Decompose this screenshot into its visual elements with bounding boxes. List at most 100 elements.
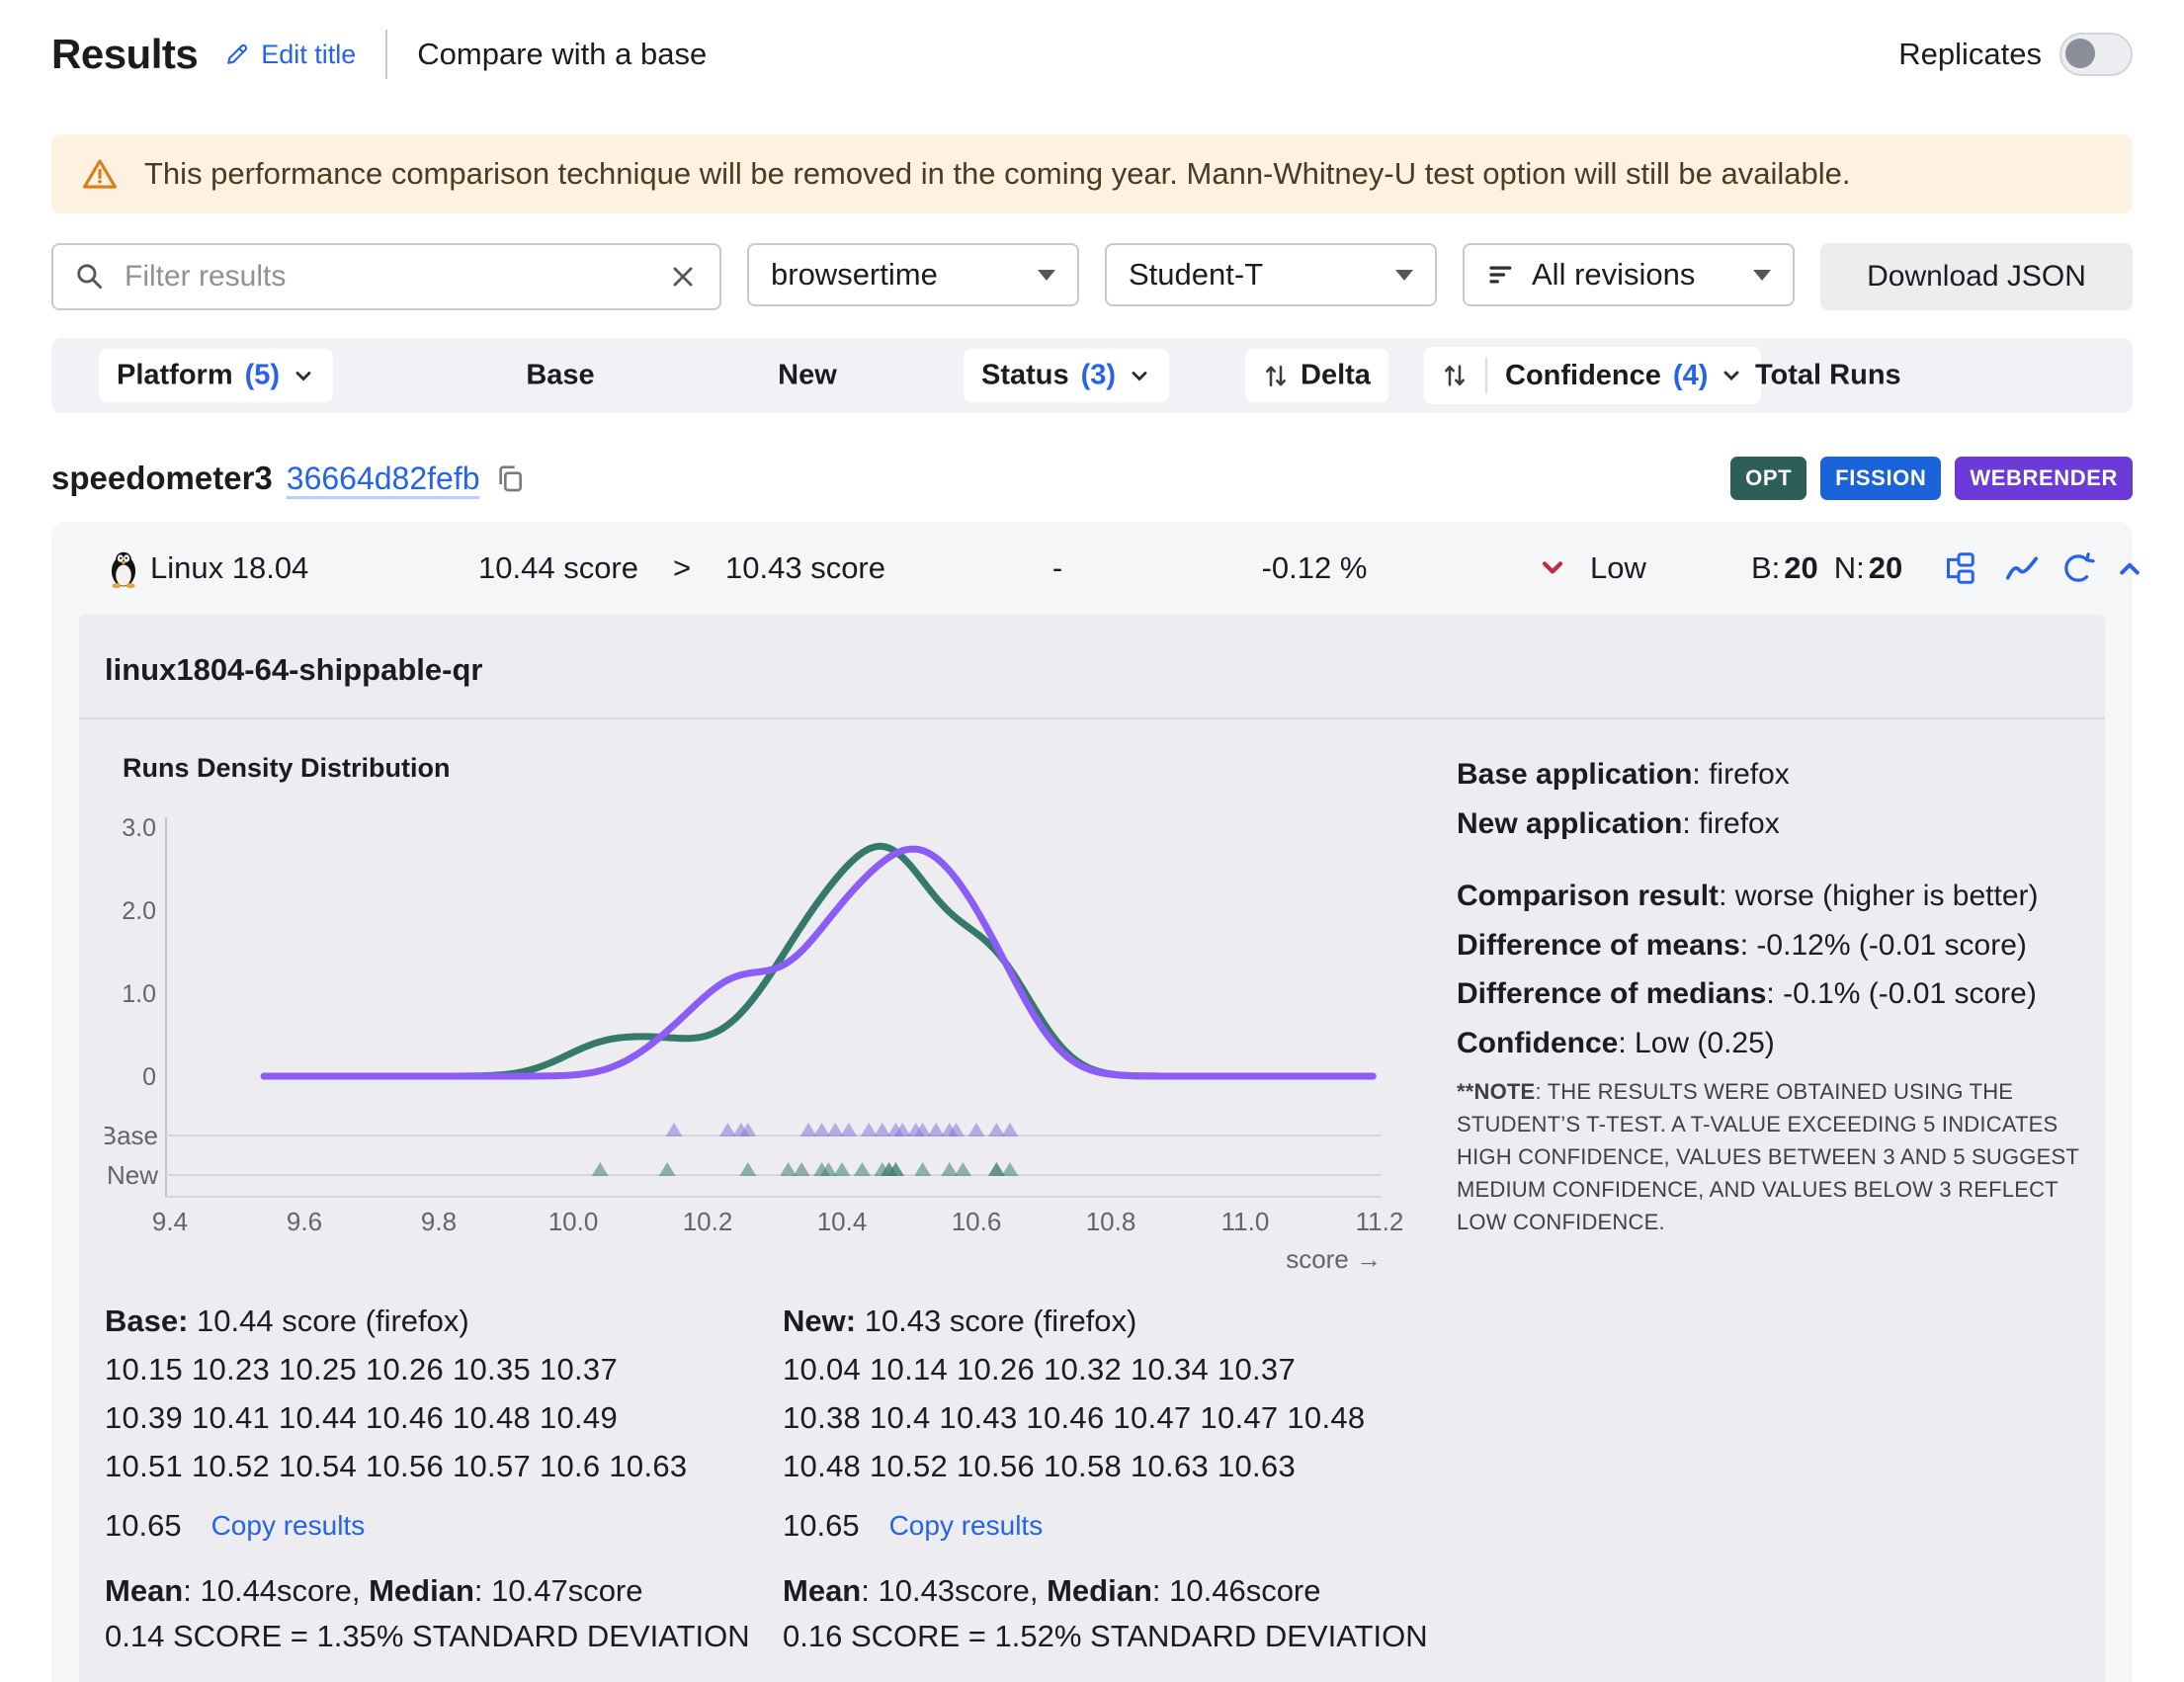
base-stats-label: Base:	[105, 1304, 188, 1338]
svg-text:10.4: 10.4	[817, 1207, 868, 1236]
new-column-label: New	[778, 360, 837, 392]
base-value: 10.44 score	[478, 550, 638, 586]
page-header: Results Edit title Compare with a base R…	[0, 0, 2184, 79]
tag-opt: OPT	[1730, 457, 1806, 500]
density-chart-svg: 01.02.03.0BaseNew9.49.69.810.010.210.410…	[105, 796, 1439, 1274]
page-title: Results	[51, 31, 198, 78]
graph-button[interactable]	[2004, 552, 2040, 584]
confidence-sort-chip[interactable]: Confidence (4)	[1424, 347, 1761, 404]
chart-column: Runs Density Distribution 01.02.03.0Base…	[105, 753, 1449, 1274]
filter-lines-icon	[1486, 260, 1516, 290]
new-runs-label: N:	[1834, 550, 1865, 586]
chevron-down-icon	[292, 364, 315, 387]
status-value: -	[1052, 550, 1062, 586]
new-mean-median: Mean: 10.43score, Median: 10.46score	[783, 1573, 1461, 1609]
collapse-row-button[interactable]	[2115, 555, 2144, 581]
sort-arrows-icon	[1442, 361, 1468, 390]
line-graph-icon	[2004, 552, 2040, 584]
toggle-knob	[2065, 39, 2095, 68]
svg-text:9.8: 9.8	[421, 1207, 457, 1236]
new-values-line: 10.48 10.52 10.56 10.58 10.63 10.63	[783, 1449, 1461, 1484]
download-json-label: Download JSON	[1867, 260, 2086, 294]
framework-select[interactable]: browsertime	[747, 243, 1079, 306]
chevron-up-icon	[2115, 555, 2144, 581]
base-values-line: 10.15 10.23 10.25 10.26 10.35 10.37	[105, 1352, 783, 1388]
search-icon	[75, 262, 105, 292]
edit-title-button[interactable]: Edit title	[223, 40, 356, 70]
comparison-mode-label: Compare with a base	[417, 37, 707, 72]
comparison-result-value: : worse (higher is better)	[1719, 880, 2038, 912]
median-value: : 10.47score	[474, 1573, 643, 1608]
svg-text:Base: Base	[105, 1121, 158, 1150]
base-stats-column: Base: 10.44 score (firefox) 10.15 10.23 …	[105, 1304, 783, 1654]
base-app-label: Base application	[1457, 758, 1692, 791]
svg-text:New: New	[107, 1160, 158, 1190]
new-values-line: 10.04 10.14 10.26 10.32 10.34 10.37	[783, 1352, 1461, 1388]
stat-test-value: Student-T	[1129, 257, 1263, 293]
tag-fission: FISSION	[1820, 457, 1941, 500]
base-copy-results-link[interactable]: Copy results	[211, 1510, 366, 1542]
warning-icon	[81, 156, 119, 192]
svg-text:0: 0	[142, 1063, 156, 1091]
results-table-header: Platform (5) Base New Status (3) Delta C…	[51, 338, 2133, 413]
median-value: : 10.46score	[1152, 1573, 1321, 1608]
note-text: : THE RESULTS WERE OBTAINED USING THE ST…	[1457, 1079, 2079, 1234]
new-runs-count: 20	[1869, 550, 1902, 586]
base-values-line: 10.39 10.41 10.44 10.46 10.48 10.49	[105, 1400, 783, 1436]
new-values-last: 10.65	[783, 1508, 860, 1544]
replicates-toggle[interactable]	[2059, 33, 2133, 76]
chevron-down-icon	[1395, 270, 1413, 281]
comparison-sign: >	[673, 550, 691, 586]
platform-filter-chip[interactable]: Platform (5)	[99, 349, 333, 403]
mean-value: : 10.44score,	[183, 1573, 369, 1608]
diff-medians-label: Difference of medians	[1457, 977, 1766, 1010]
confidence-column-label: Confidence	[1505, 360, 1661, 392]
ttest-note: **NOTE: THE RESULTS WERE OBTAINED USING …	[1457, 1075, 2079, 1238]
platform-column-label: Platform	[117, 360, 233, 392]
status-filter-chip[interactable]: Status (3)	[964, 349, 1169, 403]
svg-text:10.8: 10.8	[1086, 1207, 1136, 1236]
median-label: Median	[1047, 1573, 1152, 1608]
median-label: Median	[369, 1573, 474, 1608]
svg-text:9.4: 9.4	[152, 1207, 188, 1236]
svg-text:11.0: 11.0	[1221, 1207, 1270, 1236]
new-values-line: 10.38 10.4 10.43 10.46 10.47 10.47 10.48	[783, 1400, 1461, 1436]
delta-sort-chip[interactable]: Delta	[1245, 349, 1388, 403]
base-column-label: Base	[526, 360, 594, 392]
mean-label: Mean	[105, 1573, 183, 1608]
result-card: Linux 18.04 10.44 score > 10.43 score - …	[51, 522, 2133, 1682]
edit-title-label: Edit title	[261, 40, 356, 70]
confidence-detail-value: : Low (0.25)	[1618, 1027, 1774, 1059]
new-copy-results-link[interactable]: Copy results	[889, 1510, 1044, 1542]
mean-value: : 10.43score,	[861, 1573, 1047, 1608]
runs-stats: Base: 10.44 score (firefox) 10.15 10.23 …	[105, 1304, 2079, 1654]
sort-arrows-icon	[1263, 361, 1289, 390]
new-stats-column: New: 10.43 score (firefox) 10.04 10.14 1…	[783, 1304, 1461, 1654]
platform-result-row[interactable]: Linux 18.04 10.44 score > 10.43 score - …	[51, 522, 2133, 615]
panel-divider	[79, 717, 2105, 719]
search-input[interactable]	[123, 259, 650, 294]
clear-search-icon[interactable]	[668, 262, 698, 292]
new-app-value: : firefox	[1682, 807, 1779, 840]
expanded-detail-panel: linux1804-64-shippable-qr Runs Density D…	[79, 615, 2105, 1682]
warning-message: This performance comparison technique wi…	[144, 156, 1850, 192]
base-values-last: 10.65	[105, 1508, 182, 1544]
status-count: (3)	[1081, 360, 1116, 392]
replicates-control: Replicates	[1898, 33, 2133, 76]
delta-value: -0.12 %	[1262, 550, 1368, 586]
download-json-button[interactable]: Download JSON	[1820, 243, 2133, 310]
new-stats-label: New:	[783, 1304, 856, 1338]
header-divider	[385, 30, 387, 79]
new-app-label: New application	[1457, 807, 1682, 840]
refresh-icon	[2061, 551, 2095, 585]
stat-test-select[interactable]: Student-T	[1105, 243, 1437, 306]
revisions-select[interactable]: All revisions	[1463, 243, 1795, 306]
tag-list: OPT FISSION WEBRENDER	[1730, 457, 2133, 500]
svg-text:1.0: 1.0	[122, 980, 156, 1008]
comparison-info: Base application : firefox New applicatio…	[1449, 753, 2079, 1274]
revision-link[interactable]: 36664d82fefb	[287, 461, 480, 497]
perf-compare-results-page: Results Edit title Compare with a base R…	[0, 0, 2184, 1682]
subtests-button[interactable]	[1941, 550, 1976, 586]
retrigger-button[interactable]	[2061, 551, 2095, 585]
copy-icon[interactable]	[494, 463, 526, 494]
